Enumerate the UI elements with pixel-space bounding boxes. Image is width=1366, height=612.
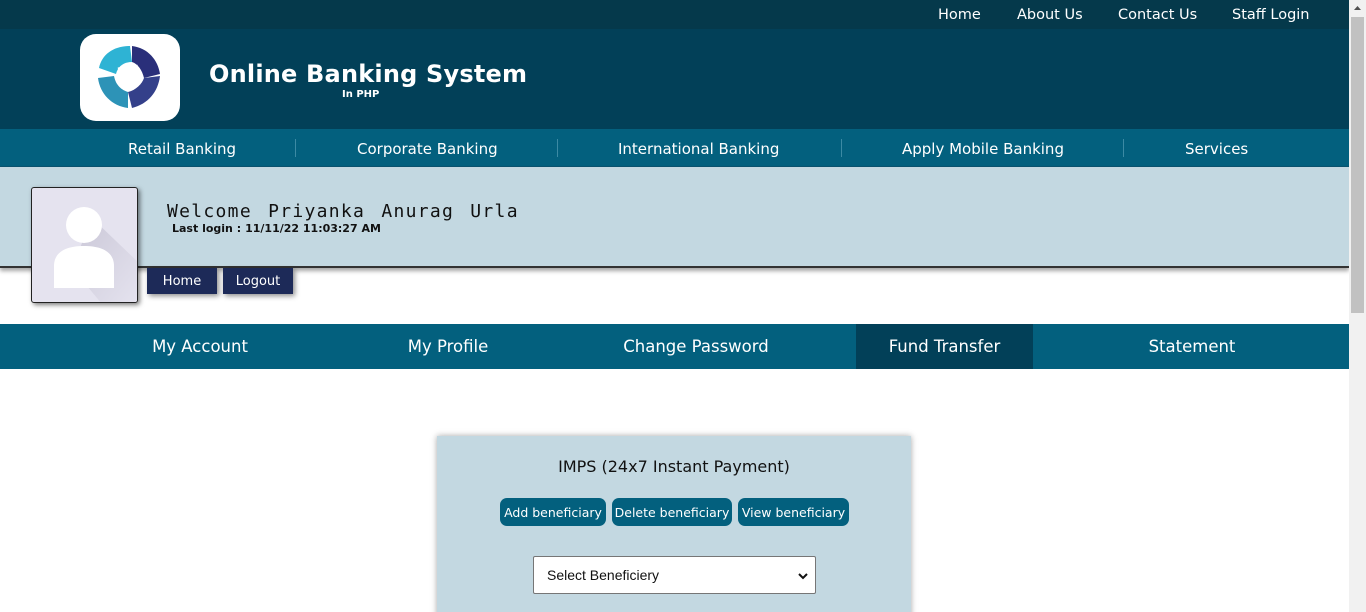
bank-logo-icon[interactable]: [80, 34, 180, 121]
nav-separator: [295, 139, 296, 157]
site-title: Online Banking System: [209, 60, 528, 88]
top-link-staff-login[interactable]: Staff Login: [1232, 7, 1310, 23]
main-nav: Retail Banking Corporate Banking Interna…: [0, 129, 1349, 167]
account-nav: My Account My Profile Change Password Fu…: [0, 324, 1349, 369]
site-subtitle: In PHP: [342, 89, 380, 100]
nav-services[interactable]: Services: [1185, 140, 1248, 158]
nav-international-banking[interactable]: International Banking: [618, 140, 779, 158]
top-link-about-us[interactable]: About Us: [1017, 7, 1083, 23]
tab-my-profile[interactable]: My Profile: [324, 324, 572, 369]
user-home-button[interactable]: Home: [147, 268, 217, 294]
vertical-scrollbar[interactable]: [1349, 0, 1366, 612]
tab-my-account[interactable]: My Account: [76, 324, 324, 369]
imps-card: IMPS (24x7 Instant Payment) Add benefici…: [437, 436, 911, 612]
chevron-down-icon: [797, 569, 809, 585]
last-login: Last login :11/11/22 11:03:27 AM: [172, 222, 381, 235]
page: Home About Us Contact Us Staff Login Onl…: [0, 0, 1349, 612]
nav-retail-banking[interactable]: Retail Banking: [128, 140, 236, 158]
tab-change-password[interactable]: Change Password: [572, 324, 820, 369]
tab-statement[interactable]: Statement: [1068, 324, 1316, 369]
scrollbar-thumb[interactable]: [1351, 17, 1364, 313]
user-avatar-icon: [31, 187, 138, 303]
nav-separator: [1123, 139, 1124, 157]
welcome-message: Welcome Priyanka Anurag Urla: [167, 201, 519, 222]
beneficiary-select[interactable]: Select Beneficiery: [533, 556, 816, 594]
top-link-home[interactable]: Home: [938, 7, 981, 23]
last-login-label: Last login :: [172, 222, 242, 235]
beneficiary-select-value: Select Beneficiery: [547, 567, 660, 583]
scroll-up-icon[interactable]: [1349, 0, 1366, 17]
add-beneficiary-button[interactable]: Add beneficiary: [500, 498, 606, 526]
logout-button[interactable]: Logout: [223, 268, 293, 294]
site-header: Online Banking System In PHP: [0, 29, 1349, 129]
top-link-contact-us[interactable]: Contact Us: [1118, 7, 1197, 23]
tab-fund-transfer[interactable]: Fund Transfer: [856, 324, 1033, 369]
last-login-value: 11/11/22 11:03:27 AM: [245, 222, 381, 235]
delete-beneficiary-button[interactable]: Delete beneficiary: [612, 498, 732, 526]
nav-separator: [557, 139, 558, 157]
view-beneficiary-button[interactable]: View beneficiary: [738, 498, 849, 526]
imps-title: IMPS (24x7 Instant Payment): [558, 457, 790, 476]
nav-apply-mobile-banking[interactable]: Apply Mobile Banking: [902, 140, 1064, 158]
nav-corporate-banking[interactable]: Corporate Banking: [357, 140, 498, 158]
nav-separator: [841, 139, 842, 157]
top-bar: Home About Us Contact Us Staff Login: [0, 0, 1349, 29]
